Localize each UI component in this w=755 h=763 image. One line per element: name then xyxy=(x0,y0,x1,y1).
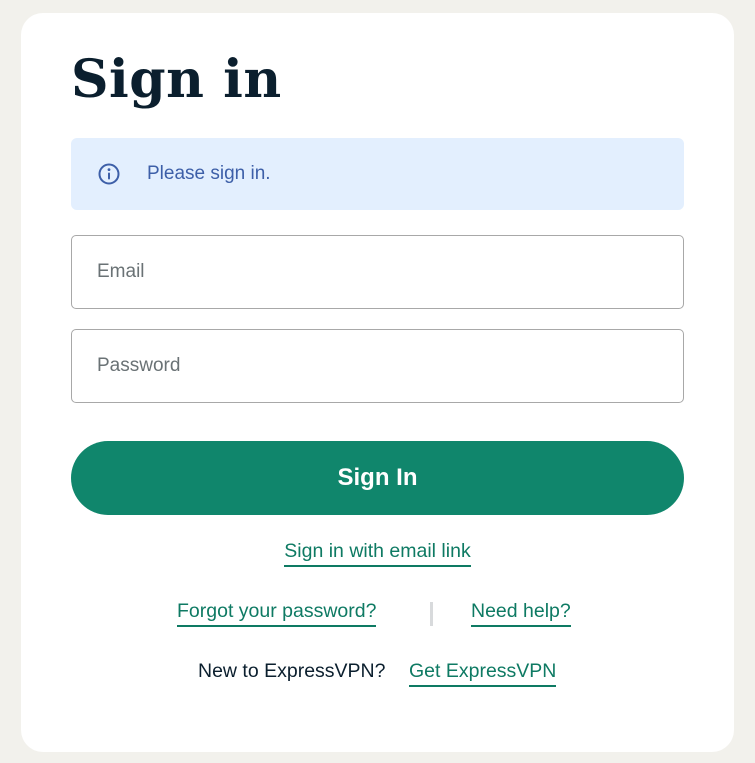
password-field[interactable] xyxy=(71,329,684,403)
password-input[interactable] xyxy=(72,330,683,402)
sign-in-card: Sign in Please sign in. Sign In Sign in … xyxy=(21,13,734,752)
signup-prompt: New to ExpressVPN? xyxy=(198,660,386,682)
get-expressvpn-link[interactable]: Get ExpressVPN xyxy=(409,659,557,687)
info-notice: Please sign in. xyxy=(71,138,684,210)
email-field[interactable] xyxy=(71,235,684,309)
link-divider xyxy=(430,602,433,626)
page-title: Sign in xyxy=(71,49,282,110)
sign-in-button[interactable]: Sign In xyxy=(71,441,684,515)
email-input[interactable] xyxy=(72,236,683,308)
notice-text: Please sign in. xyxy=(147,163,271,184)
info-icon xyxy=(97,162,121,186)
forgot-password-link[interactable]: Forgot your password? xyxy=(177,599,377,627)
email-link-signin[interactable]: Sign in with email link xyxy=(284,539,471,567)
need-help-link[interactable]: Need help? xyxy=(471,599,571,627)
